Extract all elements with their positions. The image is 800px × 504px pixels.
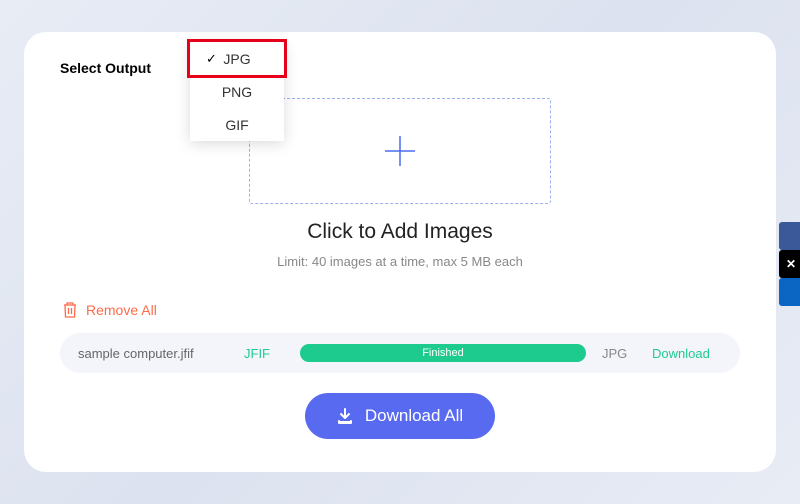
download-icon: [337, 408, 353, 424]
format-option-jpg[interactable]: JPG: [190, 42, 284, 75]
file-download-link[interactable]: Download: [652, 346, 722, 361]
social-side-tabs: ✕: [779, 222, 800, 306]
progress-bar: Finished: [300, 344, 586, 362]
side-tab-facebook[interactable]: [779, 222, 800, 250]
file-source-format: JFIF: [244, 346, 284, 361]
trash-icon: [62, 301, 78, 319]
converter-card: Select Output JPG PNG GIF Click to Add I…: [24, 32, 776, 472]
remove-all-row[interactable]: Remove All: [62, 301, 740, 319]
progress-label: Finished: [422, 347, 464, 359]
plus-icon: [383, 134, 417, 168]
file-name: sample computer.jfif: [78, 346, 228, 361]
side-tab-linkedin[interactable]: [779, 278, 800, 306]
limit-text: Limit: 40 images at a time, max 5 MB eac…: [277, 254, 523, 269]
format-option-png[interactable]: PNG: [190, 75, 284, 108]
file-target-format: JPG: [602, 346, 636, 361]
add-images-dropzone[interactable]: [249, 98, 551, 204]
side-tab-x[interactable]: ✕: [779, 250, 800, 278]
file-row: sample computer.jfif JFIF Finished JPG D…: [60, 333, 740, 373]
dropzone-section: Click to Add Images Limit: 40 images at …: [60, 98, 740, 269]
format-dropdown[interactable]: JPG PNG GIF: [190, 42, 284, 141]
format-select-row: Select Output JPG PNG GIF: [60, 56, 740, 76]
download-all-button[interactable]: Download All: [305, 393, 495, 439]
format-option-gif[interactable]: GIF: [190, 108, 284, 141]
remove-all-link[interactable]: Remove All: [86, 302, 157, 318]
download-all-label: Download All: [365, 406, 463, 426]
add-images-title: Click to Add Images: [307, 220, 493, 244]
download-all-row: Download All: [60, 393, 740, 439]
select-output-label: Select Output: [60, 56, 151, 76]
